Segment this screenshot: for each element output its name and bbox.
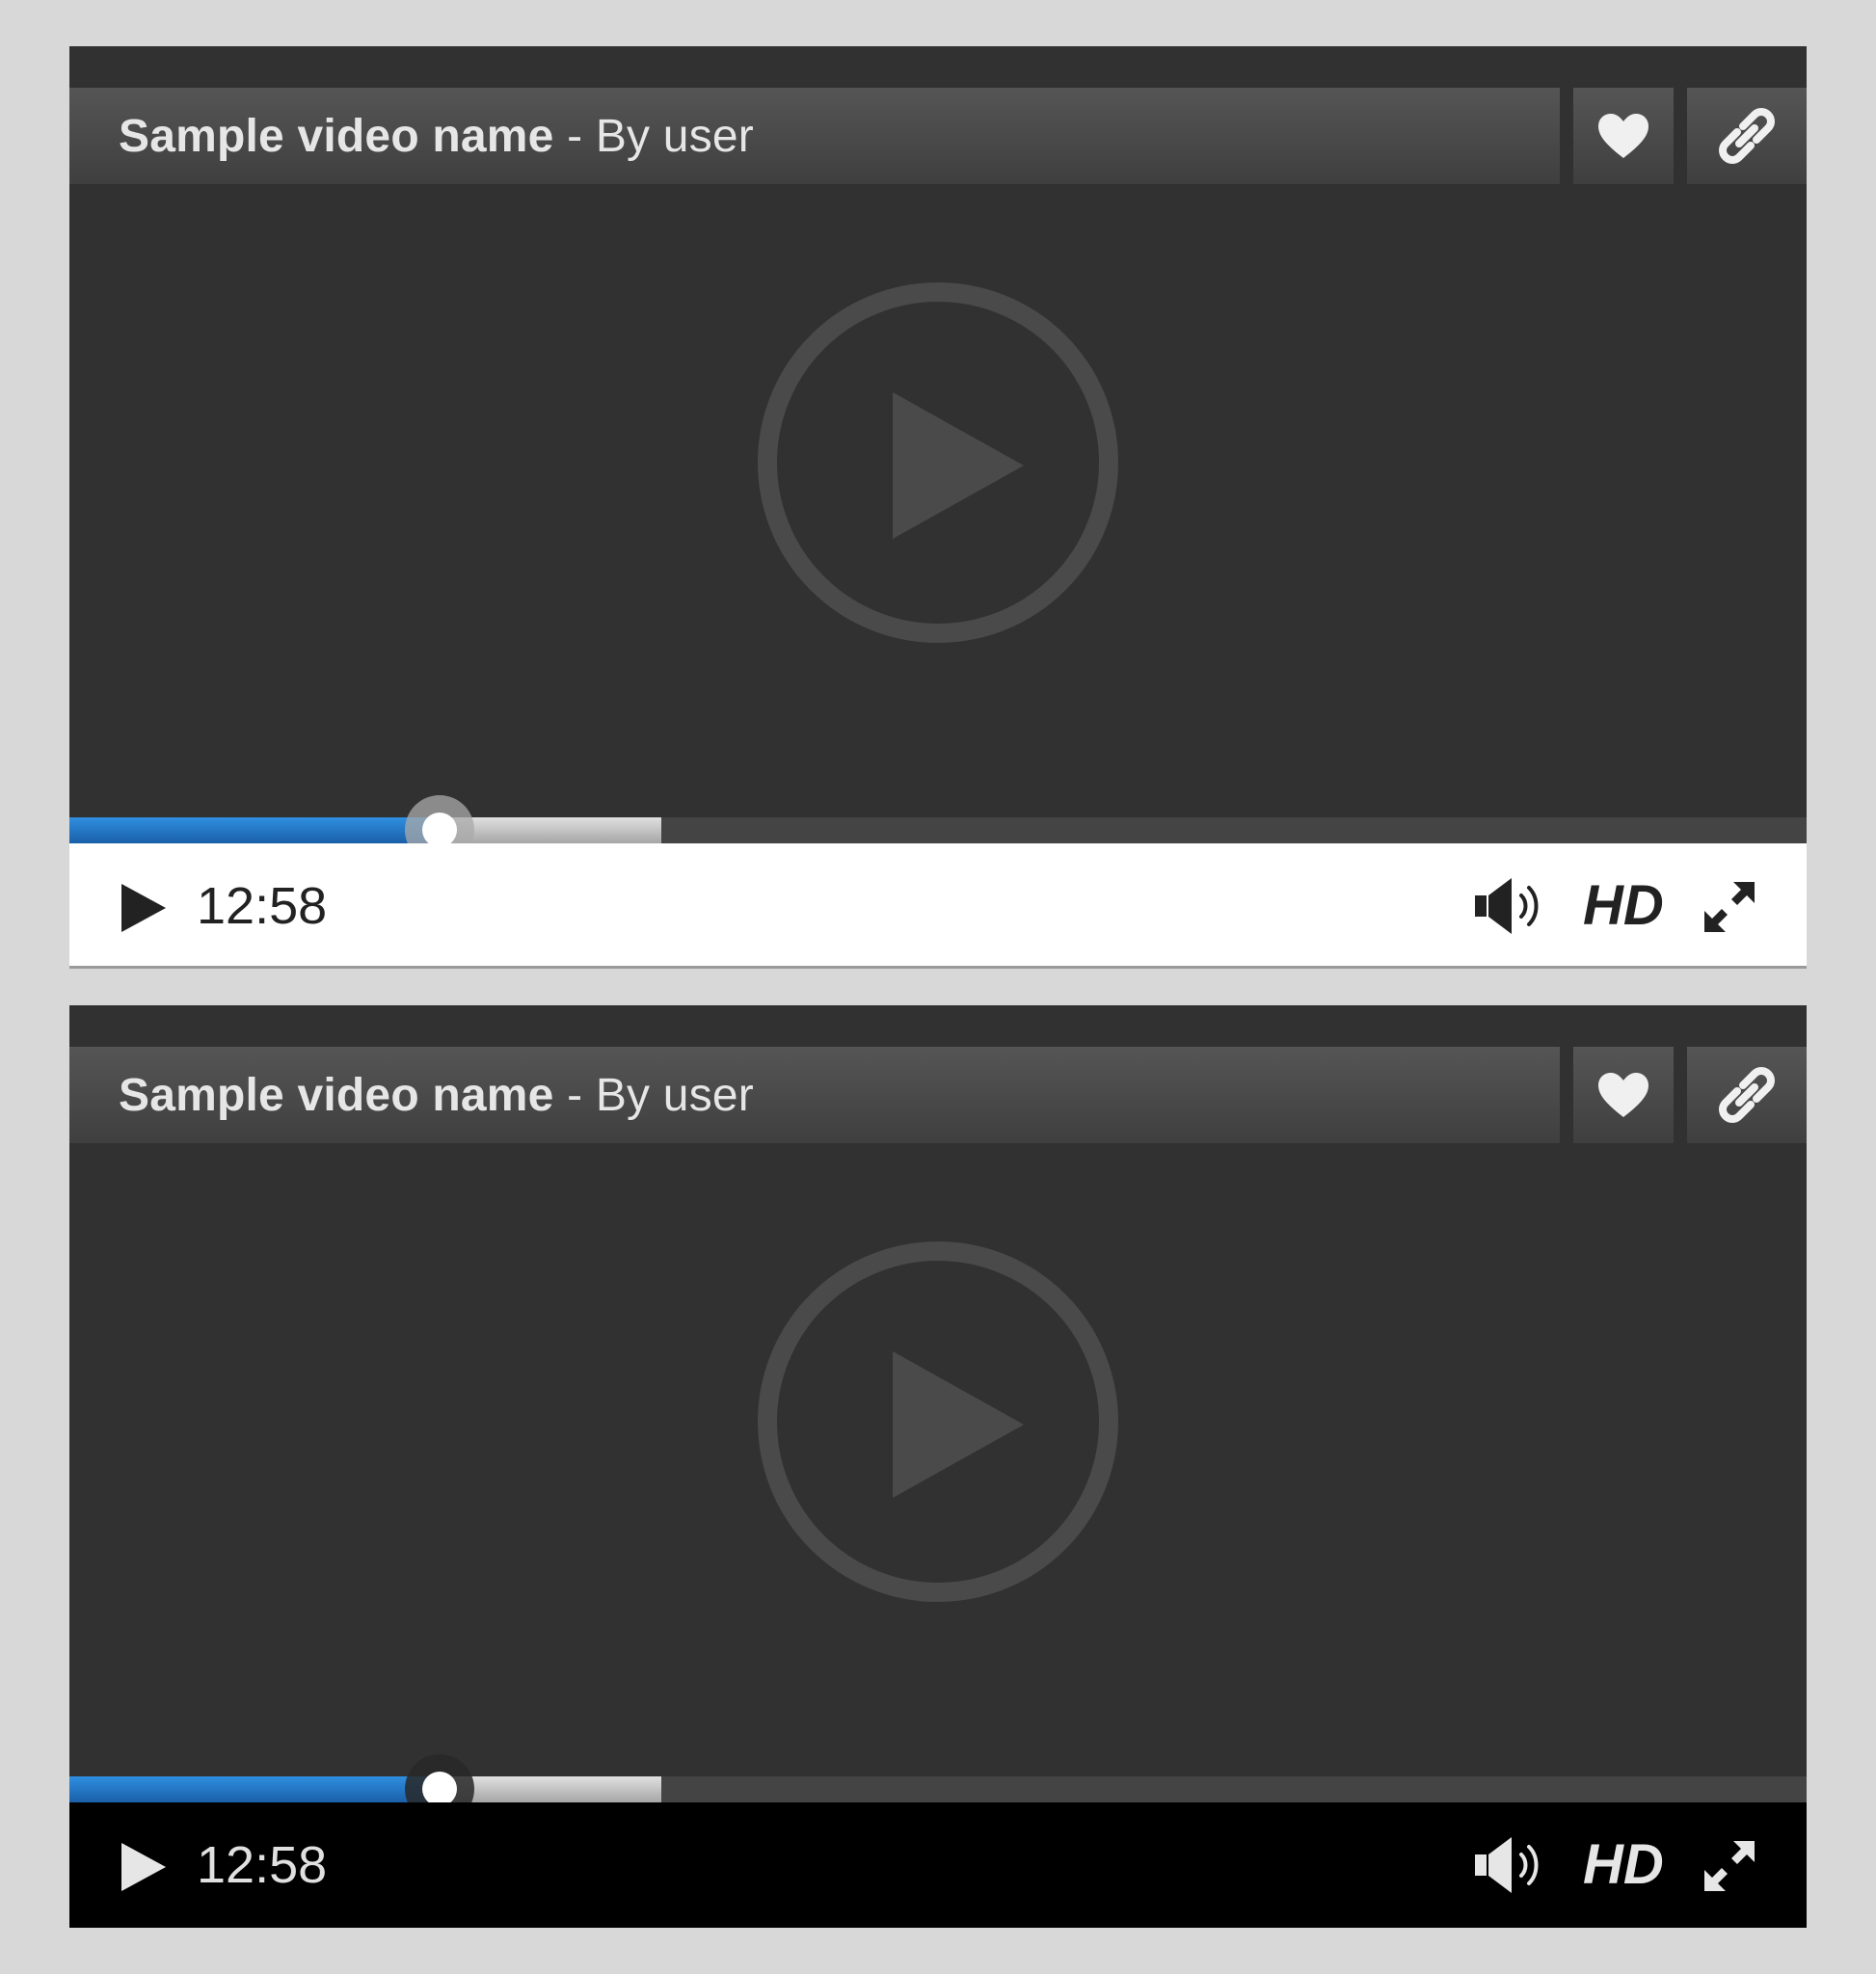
title-separator: - <box>553 110 596 162</box>
play-circle-icon[interactable] <box>758 282 1118 643</box>
time-display: 12:58 <box>197 1836 328 1894</box>
title-bar: Sample video name - By user <box>69 1047 1560 1143</box>
hd-toggle[interactable]: HD <box>1583 1831 1664 1899</box>
video-author[interactable]: By user <box>596 111 754 162</box>
progress-played <box>69 817 440 843</box>
progress-bar[interactable] <box>69 817 1807 843</box>
link-icon <box>1719 108 1775 164</box>
time-display: 12:58 <box>197 877 328 935</box>
progress-bar[interactable] <box>69 1776 1807 1802</box>
video-title: Sample video name - By user <box>119 1069 754 1122</box>
fullscreen-icon[interactable] <box>1702 880 1756 934</box>
play-circle-icon[interactable] <box>758 1241 1118 1602</box>
heart-icon <box>1598 1073 1648 1117</box>
like-button[interactable] <box>1573 1047 1674 1143</box>
share-link-button[interactable] <box>1687 88 1807 184</box>
like-button[interactable] <box>1573 88 1674 184</box>
video-player-light: Sample video name - By user 12:58 HD <box>69 46 1807 969</box>
volume-icon[interactable] <box>1473 1835 1546 1895</box>
controls-bar: 12:58 HD <box>69 1802 1807 1928</box>
title-separator: - <box>553 1069 596 1121</box>
video-player-dark: Sample video name - By user 12:58 HD <box>69 1005 1807 1928</box>
play-icon[interactable] <box>120 1841 168 1893</box>
link-icon <box>1719 1067 1775 1123</box>
video-author[interactable]: By user <box>596 1070 754 1121</box>
progress-played <box>69 1776 440 1802</box>
title-bar: Sample video name - By user <box>69 88 1560 184</box>
volume-icon[interactable] <box>1473 876 1546 936</box>
hd-toggle[interactable]: HD <box>1583 872 1664 940</box>
progress-handle-dot <box>421 813 457 847</box>
video-title: Sample video name - By user <box>119 110 754 163</box>
video-name: Sample video name <box>119 110 554 162</box>
heart-icon <box>1598 114 1648 158</box>
controls-bar: 12:58 HD <box>69 843 1807 969</box>
video-name: Sample video name <box>119 1069 554 1121</box>
share-link-button[interactable] <box>1687 1047 1807 1143</box>
fullscreen-icon[interactable] <box>1702 1839 1756 1893</box>
play-icon[interactable] <box>120 882 168 934</box>
progress-handle-dot <box>421 1772 457 1806</box>
